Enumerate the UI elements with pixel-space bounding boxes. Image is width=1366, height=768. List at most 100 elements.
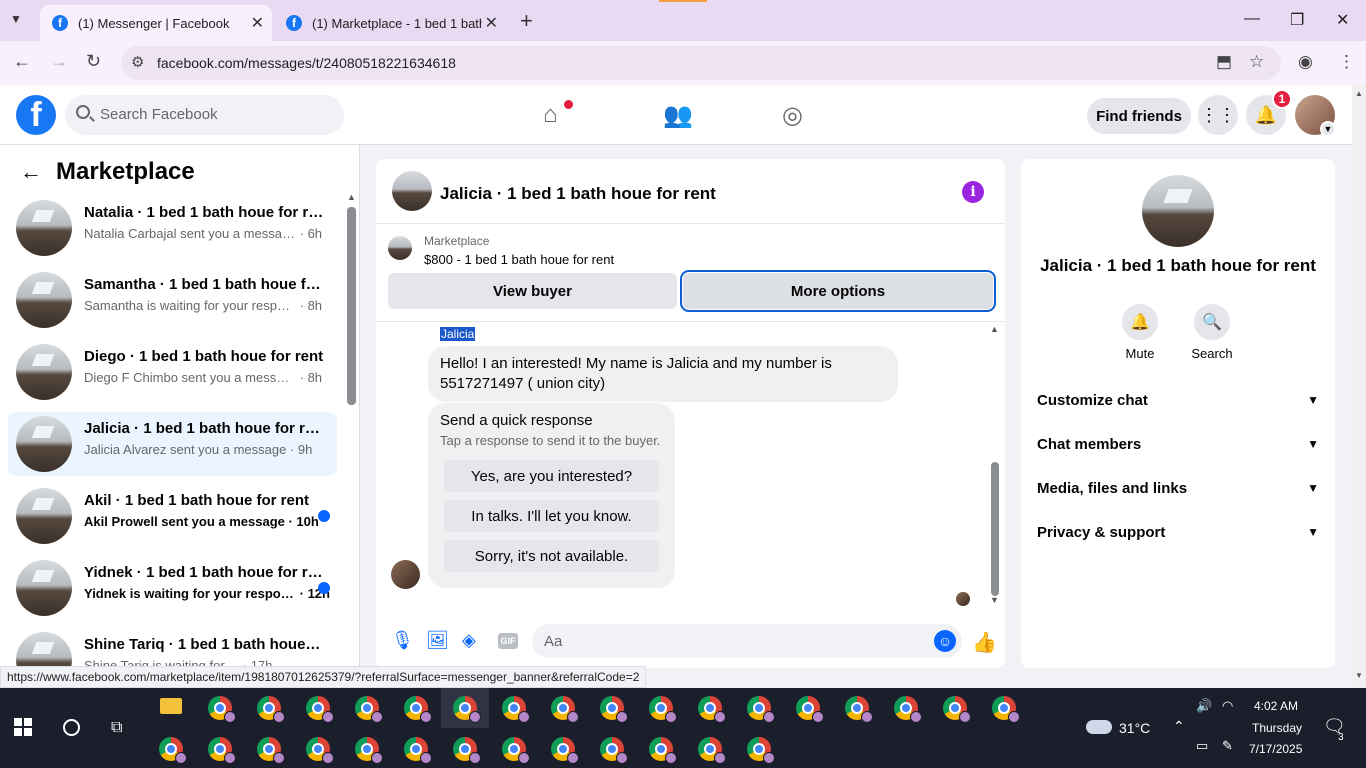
close-window-icon[interactable]: ✕ xyxy=(1336,10,1349,30)
chrome-taskbar-icon[interactable] xyxy=(845,696,873,723)
chrome-taskbar-icon[interactable] xyxy=(159,737,187,764)
view-buyer-button[interactable]: View buyer xyxy=(388,273,677,309)
chrome-taskbar-icon[interactable] xyxy=(600,696,628,723)
chrome-taskbar-icon[interactable] xyxy=(551,696,579,723)
chrome-taskbar-icon[interactable] xyxy=(306,737,334,764)
chrome-taskbar-icon[interactable] xyxy=(208,696,236,723)
cortana-search-icon[interactable] xyxy=(63,719,80,736)
task-view-icon[interactable]: ⧉ xyxy=(111,719,122,737)
profile-icon[interactable]: ◉ xyxy=(1298,52,1313,72)
customize-chat-section[interactable]: Customize chat ▼ xyxy=(1037,378,1319,422)
photo-icon[interactable]: 🖼 xyxy=(426,630,449,651)
menu-grid-icon[interactable]: ⋮⋮ xyxy=(1198,95,1238,135)
chrome-taskbar-icon[interactable] xyxy=(502,737,530,764)
chrome-taskbar-icon[interactable] xyxy=(649,737,677,764)
search-button[interactable]: 🔍 Search xyxy=(1182,304,1242,361)
chrome-taskbar-icon[interactable] xyxy=(551,737,579,764)
buyer-avatar[interactable] xyxy=(391,560,420,589)
chat-avatar-large[interactable] xyxy=(1142,175,1214,247)
scrollbar-thumb[interactable] xyxy=(991,462,999,596)
scroll-up-icon[interactable]: ▲ xyxy=(347,192,356,202)
chrome-taskbar-icon[interactable] xyxy=(257,737,285,764)
reload-icon[interactable]: ↻ xyxy=(86,51,101,72)
chrome-taskbar-icon[interactable] xyxy=(453,737,481,764)
quick-reply-button[interactable]: Yes, are you interested? xyxy=(444,460,659,492)
thumbs-up-icon[interactable]: 👍 xyxy=(972,630,997,655)
mute-button[interactable]: 🔔 Mute xyxy=(1110,304,1170,361)
page-scrollbar[interactable]: ▲ ▼ xyxy=(1352,85,1366,688)
conversation-item[interactable]: Yidnek · 1 bed 1 bath houe for rent Yidn… xyxy=(8,556,337,620)
file-explorer-icon[interactable] xyxy=(160,698,182,714)
conversation-item[interactable]: Natalia · 1 bed 1 bath houe for rent Nat… xyxy=(8,196,337,260)
chrome-taskbar-icon[interactable] xyxy=(355,737,383,764)
restore-icon[interactable]: ❐ xyxy=(1290,10,1304,30)
clock-date[interactable]: 7/17/2025 xyxy=(1249,742,1302,756)
media-files-links-section[interactable]: Media, files and links ▼ xyxy=(1037,466,1319,510)
clock-day[interactable]: Thursday xyxy=(1252,721,1302,735)
message-input[interactable]: Aa ☺ xyxy=(532,624,962,658)
tab-search-dropdown-icon[interactable]: ▼ xyxy=(10,12,22,26)
sticker-icon[interactable]: ◈ xyxy=(462,630,476,651)
pen-icon[interactable]: ✎ xyxy=(1222,738,1233,754)
chrome-taskbar-icon[interactable] xyxy=(306,696,334,723)
search-input[interactable]: Search Facebook xyxy=(65,95,344,135)
quick-reply-button[interactable]: In talks. I'll let you know. xyxy=(444,500,659,532)
chrome-taskbar-icon[interactable] xyxy=(453,696,481,723)
volume-icon[interactable]: 🔊 xyxy=(1196,698,1212,714)
conversation-item[interactable]: Akil · 1 bed 1 bath houe for rent Akil P… xyxy=(8,484,337,548)
conversation-item[interactable]: Samantha · 1 bed 1 bath houe for rent Sa… xyxy=(8,268,337,332)
temperature[interactable]: 31°C xyxy=(1119,720,1150,736)
install-app-icon[interactable]: ⬒ xyxy=(1216,52,1232,72)
chat-avatar[interactable] xyxy=(392,171,432,211)
conversation-item[interactable]: Diego · 1 bed 1 bath houe for rent Diego… xyxy=(8,340,337,404)
groups-icon[interactable]: ◎ xyxy=(782,101,803,130)
clock-time[interactable]: 4:02 AM xyxy=(1254,699,1298,713)
chrome-taskbar-icon[interactable] xyxy=(943,696,971,723)
minimize-icon[interactable]: — xyxy=(1244,10,1260,28)
facebook-logo-icon[interactable]: f xyxy=(16,95,56,135)
scrollbar-thumb[interactable] xyxy=(347,207,356,405)
find-friends-button[interactable]: Find friends xyxy=(1087,98,1191,134)
chat-members-section[interactable]: Chat members ▼ xyxy=(1037,422,1319,466)
chrome-taskbar-icon[interactable] xyxy=(796,696,824,723)
address-bar[interactable]: ⚙ facebook.com/messages/t/24080518221634… xyxy=(121,46,1281,80)
chrome-taskbar-icon[interactable] xyxy=(649,696,677,723)
close-tab-icon[interactable]: ✕ xyxy=(251,13,264,33)
quick-reply-button[interactable]: Sorry, it's not available. xyxy=(444,540,659,572)
chevron-down-icon[interactable]: ▼ xyxy=(1320,121,1336,137)
back-arrow-icon[interactable]: ← xyxy=(20,159,42,185)
home-icon[interactable]: ⌂ xyxy=(543,101,558,129)
chrome-taskbar-icon[interactable] xyxy=(502,696,530,723)
weather-icon[interactable] xyxy=(1086,714,1112,734)
menu-icon[interactable]: ⋮ xyxy=(1338,52,1355,72)
microphone-icon[interactable]: 🎙 xyxy=(391,630,414,651)
chrome-taskbar-icon[interactable] xyxy=(404,696,432,723)
gif-icon[interactable]: GIF xyxy=(498,633,518,649)
scroll-down-icon[interactable]: ▼ xyxy=(990,595,999,605)
chrome-taskbar-icon[interactable] xyxy=(992,696,1020,723)
forward-icon[interactable]: → xyxy=(50,51,68,72)
chrome-taskbar-icon[interactable] xyxy=(747,696,775,723)
chrome-taskbar-icon[interactable] xyxy=(894,696,922,723)
chrome-taskbar-icon[interactable] xyxy=(600,737,628,764)
scroll-up-icon[interactable]: ▲ xyxy=(990,324,999,334)
listing-price-title[interactable]: $800 - 1 bed 1 bath houe for rent xyxy=(424,252,614,267)
conversation-item[interactable]: Shine Tariq · 1 bed 1 bath houe for rent… xyxy=(8,628,337,668)
chat-title[interactable]: Jalicia · 1 bed 1 bath houe for rent xyxy=(440,184,716,204)
conversation-item-selected[interactable]: Jalicia · 1 bed 1 bath houe for rent Jal… xyxy=(8,412,337,476)
chrome-taskbar-icon[interactable] xyxy=(208,737,236,764)
chrome-taskbar-icon[interactable] xyxy=(404,737,432,764)
chrome-taskbar-icon[interactable] xyxy=(257,696,285,723)
close-tab-icon[interactable]: ✕ xyxy=(485,13,498,33)
wifi-icon[interactable]: ◠ xyxy=(1222,698,1233,714)
new-tab-icon[interactable]: + xyxy=(520,8,533,34)
chrome-taskbar-icon[interactable] xyxy=(747,737,775,764)
friends-icon[interactable]: 👥 xyxy=(663,101,693,130)
bookmark-star-icon[interactable]: ☆ xyxy=(1249,52,1264,72)
site-info-icon[interactable]: ⚙ xyxy=(131,53,144,71)
tab-messenger[interactable]: f (1) Messenger | Facebook ✕ xyxy=(40,5,272,41)
listing-thumbnail[interactable] xyxy=(388,236,412,260)
chrome-taskbar-icon[interactable] xyxy=(698,696,726,723)
tab-marketplace[interactable]: f (1) Marketplace - 1 bed 1 bath h ✕ xyxy=(274,5,506,41)
more-options-button[interactable]: More options xyxy=(680,270,996,312)
